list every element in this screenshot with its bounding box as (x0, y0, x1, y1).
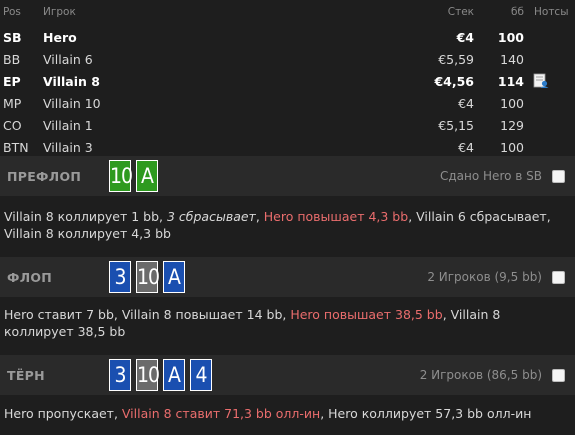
actions-flop: Hero ставит 7 bb, Villain 8 повышает 14 … (4, 306, 564, 340)
card-diamond: A (163, 261, 185, 293)
player-stack: €4,56 (434, 74, 474, 89)
street-info-turn: 2 Игроков (86,5 bb) (419, 368, 542, 382)
player-stack: €5,59 (438, 52, 474, 67)
player-bb: 100 (497, 30, 524, 45)
card-club: 10 (109, 160, 133, 192)
action-segment: Hero повышает 38,5 bb (290, 307, 443, 322)
card-diamond: 3 (109, 359, 131, 391)
player-pos: EP (3, 74, 21, 89)
player-pos: CO (3, 118, 22, 133)
player-rows: SB Hero €4 100 BB Villain 6 €5,59 140 EP Villain … (0, 26, 575, 158)
player-row: SB Hero €4 100 (0, 26, 575, 48)
action-segment: Hero пропускает, (4, 406, 122, 421)
player-name: Villain 10 (43, 96, 101, 111)
player-pos: BTN (3, 140, 29, 155)
header-notes: Нотсы (534, 6, 569, 18)
checkbox-turn[interactable] (552, 369, 565, 382)
street-info-flop: 2 Игроков (9,5 bb) (427, 270, 542, 284)
player-name: Villain 6 (43, 52, 93, 67)
player-name: Villain 3 (43, 140, 93, 155)
action-segment: , Hero коллирует 57,3 bb олл-ин (320, 406, 532, 421)
street-name-flop: ФЛОП (7, 270, 53, 285)
header-bb: бб (511, 6, 524, 18)
header-stack: Стек (447, 6, 474, 18)
player-row: MP Villain 10 €4 100 (0, 92, 575, 114)
player-name: Villain 8 (43, 74, 100, 89)
player-stack: €4 (458, 140, 474, 155)
card-diamond: 3 (109, 261, 131, 293)
player-bb: 140 (500, 52, 524, 67)
street-name-preflop: ПРЕФЛОП (7, 169, 82, 184)
street-info-preflop: Сдано Hero в SB (440, 169, 542, 183)
player-pos: SB (3, 30, 22, 45)
player-row: BB Villain 6 €5,59 140 (0, 48, 575, 70)
street-bar-turn: ТЁРН 3 10 A 4 2 Игроков (86,5 bb) (0, 355, 575, 395)
action-segment: 3 сбрасывает (166, 209, 256, 224)
action-segment: Villain 8 коллирует 1 bb, (4, 209, 167, 224)
player-pos: MP (3, 96, 22, 111)
card-diamond: 4 (190, 359, 212, 391)
action-segment: Hero повышает 4,3 bb (263, 209, 409, 224)
player-stack: €4 (458, 96, 474, 111)
checkbox-flop[interactable] (552, 271, 565, 284)
player-name: Villain 1 (43, 118, 93, 133)
actions-preflop: Villain 8 коллирует 1 bb, 3 сбрасывает, … (4, 208, 564, 242)
card-spade: 10 (136, 359, 160, 391)
card-spade: 10 (136, 261, 160, 293)
player-bb: 114 (497, 74, 524, 89)
action-segment: Hero ставит 7 bb, Villain 8 повышает 14 … (4, 307, 291, 322)
player-name: Hero (43, 30, 77, 45)
players-table: Pos Игрок Стек бб Нотсы SB Hero €4 100 BB Vil… (0, 0, 575, 158)
player-row: EP Villain 8 €4,56 114 (0, 70, 575, 92)
street-bar-preflop: ПРЕФЛОП 10 A Сдано Hero в SB (0, 156, 575, 196)
player-bb: 100 (500, 140, 524, 155)
player-pos: BB (3, 52, 21, 67)
street-name-turn: ТЁРН (7, 368, 45, 383)
player-row: CO Villain 1 €5,15 129 (0, 114, 575, 136)
player-row: BTN Villain 3 €4 100 (0, 136, 575, 158)
players-table-header: Pos Игрок Стек бб Нотсы (0, 0, 575, 26)
player-bb: 129 (500, 118, 524, 133)
actions-turn: Hero пропускает, Villain 8 ставит 71,3 b… (4, 405, 564, 422)
action-segment: Villain 8 ставит 71,3 bb олл-ин (121, 406, 321, 421)
player-stack: €4 (456, 30, 474, 45)
header-player: Игрок (43, 6, 76, 18)
card-diamond: A (163, 359, 185, 391)
player-stack: €5,15 (438, 118, 474, 133)
street-bar-flop: ФЛОП 3 10 A 2 Игроков (9,5 bb) (0, 257, 575, 297)
header-pos: Pos (3, 6, 21, 18)
card-club: A (136, 160, 158, 192)
player-note-icon[interactable] (533, 73, 549, 89)
action-segment: , (255, 209, 264, 224)
checkbox-preflop[interactable] (552, 170, 565, 183)
player-bb: 100 (500, 96, 524, 111)
